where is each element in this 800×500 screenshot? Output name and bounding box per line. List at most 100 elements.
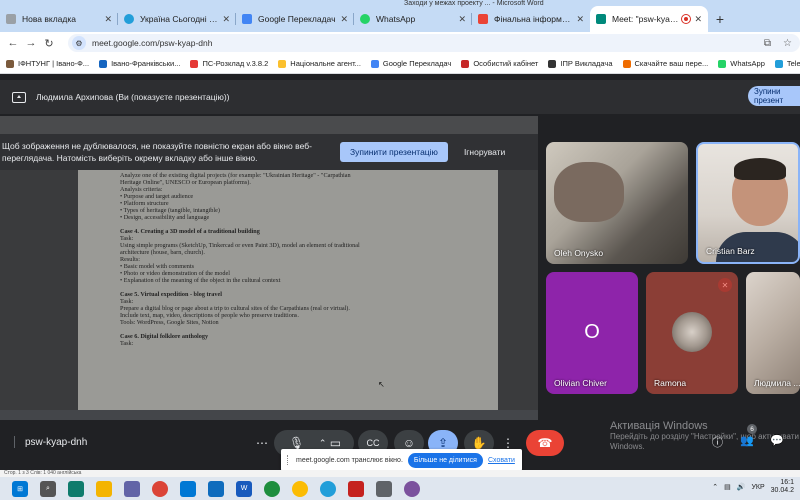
site-info-icon[interactable]: ⚙ [72,36,86,50]
activation-title: Активація Windows [610,420,708,432]
volume-icon[interactable]: 🔊 [737,483,746,491]
bookmark-item[interactable]: WhatsApp [718,59,765,68]
document-line: Using simple programs (SketchUp, Tinkerc… [120,242,360,249]
close-icon[interactable]: ✕ [222,14,230,25]
tab-meet[interactable]: Meet: "psw-kyap-dnh" ✕ [590,6,708,32]
participant-tile[interactable]: ✕ Ramona [646,272,738,394]
bookmark-icon [718,59,727,68]
participant-tile[interactable]: Oleh Onysko [546,142,688,264]
network-icon[interactable]: ▤ [724,483,731,491]
url-text[interactable]: meet.google.com/psw-kyap-dnh [92,38,764,48]
presenting-bar: Людмила Архипова (Ви (показуєте презента… [0,80,800,114]
stop-presentation-button[interactable]: Зупинити презентацію [340,142,448,162]
outlook-icon[interactable] [208,480,224,497]
participant-tile[interactable]: Людмила ... [746,272,800,394]
document-line: • Basic model with comments [120,263,194,270]
participant-tile[interactable]: Cristian Barz [696,142,800,264]
bookmark-item[interactable]: ІФНТУНГ | Івано-Ф... [6,59,89,68]
ignore-button[interactable]: Ігнорувати [464,147,505,157]
bookmark-item[interactable]: Національне агент... [278,59,361,68]
tab-label: Україна Сьогодні | Новини [140,14,218,24]
whatsapp-icon [360,14,370,24]
windows-start-icon[interactable]: ⊞ [12,480,28,497]
back-icon[interactable]: ← [4,34,22,52]
close-icon[interactable]: ✕ [458,14,466,25]
close-icon[interactable]: ✕ [576,14,584,25]
participant-tile[interactable]: O Olivian Chiver [546,272,638,394]
recording-icon [682,15,691,23]
more-dots-icon[interactable]: ⋯ [250,430,274,456]
bookmark-label: ІФНТУНГ | Івано-Ф... [18,59,90,68]
close-icon[interactable]: ✕ [340,14,348,25]
telegram-icon[interactable] [320,480,336,497]
chrome-alt-icon[interactable] [292,480,308,497]
chat-icon[interactable]: 💬 [770,434,784,447]
bookmark-item[interactable]: ПС-Розклад v.3.8.2 [190,59,268,68]
bookmark-label: Скачайте ваш пере... [634,59,709,68]
document-line: Include text, map, video, descriptions o… [120,312,299,319]
omnibox[interactable]: ⚙ meet.google.com/psw-kyap-dnh ⧉ ☆ [68,34,800,52]
tab-news[interactable]: Україна Сьогодні | Новини ✕ [118,6,236,32]
info-icon[interactable]: ⓘ [712,434,723,450]
viber-icon[interactable] [404,480,420,497]
tab-label: Фінальна інформація для [494,14,572,24]
bookmark-label: WhatsApp [730,59,765,68]
participant-name: Oleh Onysko [554,248,604,258]
bookmark-item[interactable]: Google Перекладач [370,59,452,68]
telegram-icon [124,14,134,24]
stop-sharing-button[interactable]: Більше не ділитися [407,452,483,468]
forward-icon[interactable]: → [22,34,40,52]
screen-root: Заходи у межах проекту ... - Microsoft W… [0,0,800,500]
bookmark-item[interactable]: Telegram [774,59,800,68]
bookmark-item[interactable]: ІПР Викладача [548,59,613,68]
store-icon[interactable] [124,480,140,497]
people-icon[interactable]: 👥 [740,434,754,447]
document-line: • Purpose and target audience [120,193,194,200]
clock-time: 16:1 [780,479,794,486]
share-icon[interactable]: ⧉ [764,38,771,49]
word-status-strip: Стор. 1 з 3 Слів: 1 040 англійська [0,470,800,477]
close-icon[interactable]: ✕ [104,14,112,25]
tab-gmail[interactable]: Фінальна інформація для ✕ [472,6,590,32]
pdf-icon[interactable] [348,480,364,497]
bookmark-item[interactable]: Скачайте ваш пере... [622,59,709,68]
chevron-up-icon[interactable]: ⌃ [712,483,718,491]
new-tab-button[interactable]: + [708,6,732,32]
chrome-icon[interactable] [152,480,168,497]
share-notice-text: meet.google.com транслює вікно. [296,456,403,464]
chrome-profile-icon[interactable] [264,480,280,497]
address-bar: ← → ↻ ⚙ meet.google.com/psw-kyap-dnh ⧉ ☆ [0,32,800,54]
mail-icon[interactable] [180,480,196,497]
more-vert-icon: ⋮ [502,436,514,450]
share-notification-bar: meet.google.com транслює вікно. Більше н… [281,449,522,471]
meeting-code-text: psw-kyap-dnh [25,436,88,448]
close-icon[interactable]: ✕ [694,14,702,25]
captions-icon: CC [366,438,380,448]
bookmark-star-icon[interactable]: ☆ [783,38,792,49]
word-icon[interactable]: W [236,480,252,497]
hide-link[interactable]: Сховати [488,457,515,464]
tab-label: WhatsApp [376,14,416,24]
document-line: Case 5. Virtual expedition - blog travel [120,291,222,298]
bookmark-label: Google Перекладач [382,59,452,68]
tab-whatsapp[interactable]: WhatsApp ✕ [354,6,472,32]
leave-call-button[interactable]: ☎ [526,430,564,456]
app-icon[interactable] [376,480,392,497]
tab-translate[interactable]: Google Перекладач ✕ [236,6,354,32]
bookmark-icon [370,59,379,68]
reload-icon[interactable]: ↻ [40,34,58,52]
bookmark-item[interactable]: Івано-Франківськи... [99,59,180,68]
bookmark-label: Особистий кабінет [473,59,539,68]
stop-presenting-button[interactable]: Зупини презент [748,86,800,106]
edge-icon[interactable] [68,480,84,497]
bookmark-item[interactable]: Особистий кабінет [461,59,538,68]
clock[interactable]: 16:1 30.04.2 [771,479,794,495]
search-icon[interactable]: ⌕ [40,480,56,497]
chevron-up-icon[interactable]: ⌃ [319,438,327,449]
tab-new[interactable]: Нова вкладка ✕ [0,6,118,32]
drag-handle-icon[interactable] [287,455,290,465]
keyboard-language[interactable]: УКР [751,484,764,491]
present-screen-icon [12,91,26,103]
file-explorer-icon[interactable] [96,480,112,497]
